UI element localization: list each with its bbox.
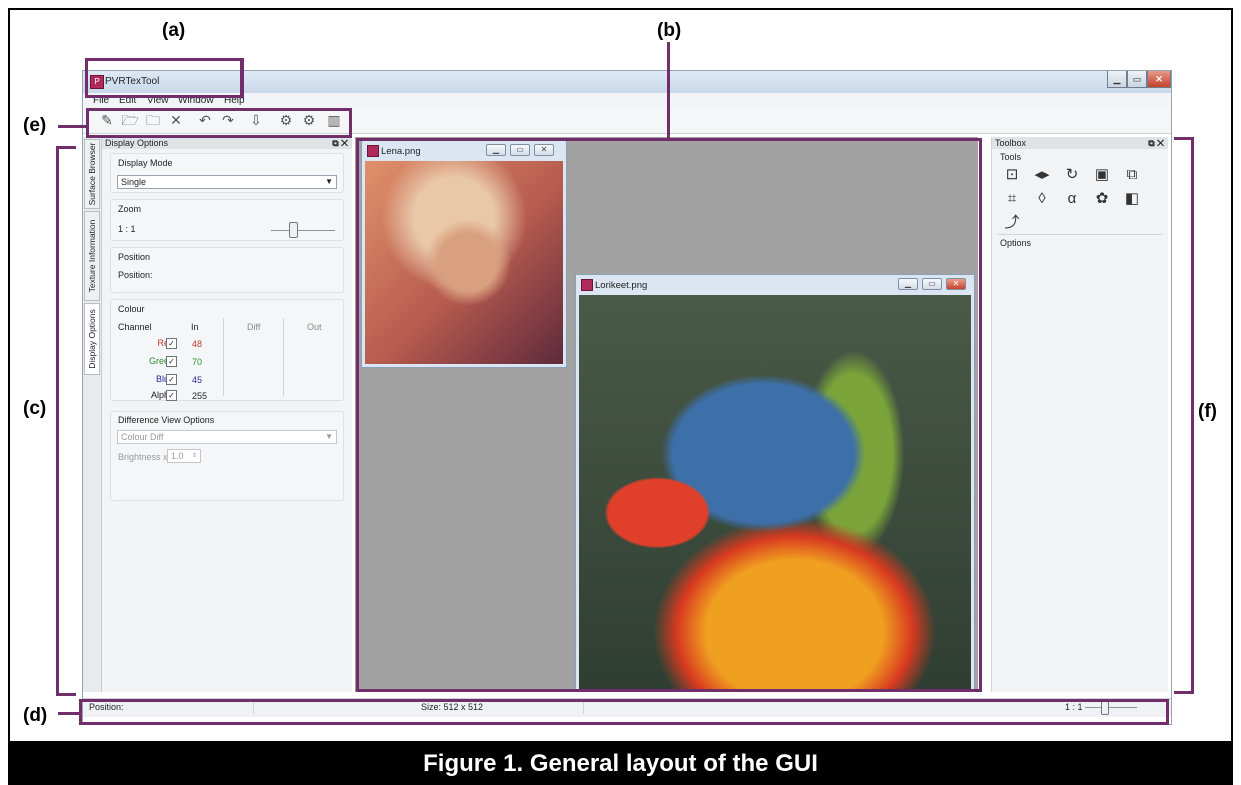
position-label: Position [118,252,151,262]
normal-map-icon[interactable]: ⤴ [1002,213,1022,233]
flip-icon[interactable]: ◂▸ [1032,165,1052,185]
spin-arrows-icon: ⇕ [191,453,197,459]
zoom-value: 1 : 1 [118,224,136,234]
resize-icon[interactable]: ⊡ [1002,165,1022,185]
colour-label: Colour [118,304,145,314]
red-checkbox[interactable]: ✓ [166,338,177,349]
highlight-a [85,58,243,98]
toolbox-float-close-icon[interactable]: ⧉ ✕ [1148,137,1164,149]
display-mode-select[interactable]: Single ▼ [117,175,337,189]
leader-e [58,125,86,128]
toolbox-title: Toolbox ⧉ ✕ [992,137,1168,149]
side-tab-strip: Surface Browser Texture Information Disp… [83,137,102,692]
position-value: Position: [118,270,153,280]
annotation-e: (e) [23,115,47,136]
highlight-b [356,138,982,692]
tools-label: Tools [1000,152,1022,162]
annotation-c: (c) [23,398,47,419]
colour-group: Colour Channel In Diff Out Red ✓ 48 Gree… [110,299,344,401]
difference-view-group: Difference View Options Colour Diff ▼ Bri… [110,411,344,501]
bracket-c-bottom [56,693,76,696]
brightness-label: Brightness x [118,452,168,462]
difference-view-label: Difference View Options [118,415,215,425]
zoom-group: Zoom 1 : 1 [110,199,344,241]
tab-surface-browser[interactable]: Surface Browser [84,139,100,209]
premultiply-icon[interactable]: ◊ [1032,189,1052,209]
annotation-d: (d) [23,705,48,726]
highlight-d [79,699,1169,725]
rotate-icon[interactable]: ↻ [1062,165,1082,185]
diff-header: Diff [247,322,261,332]
crop-icon[interactable]: ⌗ [1002,189,1022,209]
zoom-slider-handle[interactable] [289,222,298,238]
toolbox-panel: Toolbox ⧉ ✕ Tools ⊡ ◂▸ ↻ ▣ ⧉ ⌗ ◊ α ✿ ◧ ⤴ … [991,137,1168,692]
bracket-c-top [56,146,76,149]
close-window-button[interactable]: ✕ [1147,71,1171,88]
chevron-down-icon: ▼ [325,177,333,186]
panel-title: Display Options ⧉ ✕ [102,137,352,149]
border-icon[interactable]: ▣ [1092,165,1112,185]
position-group: Position Position: [110,247,344,293]
figure-caption: Figure 1. General layout of the GUI [8,743,1233,785]
annotation-f: (f) [1198,401,1217,422]
bracket-f-bottom [1174,691,1194,694]
in-header: In [191,322,199,332]
zoom-slider-track[interactable] [271,230,335,231]
tab-display-options[interactable]: Display Options [84,303,100,375]
display-options-panel: Display Options ⧉ ✕ Display Mode Single ▼ … [102,137,352,692]
mipmap-icon[interactable]: ⧉ [1122,165,1142,185]
display-mode-group: Display Mode Single ▼ [110,153,344,193]
green-checkbox[interactable]: ✓ [166,356,177,367]
bracket-c-side [56,146,59,696]
annotation-b: (b) [657,20,682,41]
bracket-f-side [1191,137,1194,694]
diff-mode-select[interactable]: Colour Diff ▼ [117,430,337,444]
chevron-down-icon: ▼ [325,432,333,441]
channel-header: Channel [118,322,152,332]
column-divider [283,318,284,396]
zoom-label: Zoom [118,204,142,214]
palette-icon[interactable]: ✿ [1092,189,1112,209]
minimize-button[interactable]: ▁ [1107,71,1127,88]
layer-icon[interactable]: ◧ [1122,189,1142,209]
alpha-checkbox[interactable]: ✓ [166,390,177,401]
display-mode-label: Display Mode [118,158,173,168]
leader-b [667,42,670,138]
alpha-icon[interactable]: α [1062,189,1082,209]
options-label: Options [1000,238,1032,248]
column-divider [223,318,224,396]
tab-texture-information[interactable]: Texture Information [84,211,100,301]
leader-a [241,58,244,98]
leader-d [58,712,80,715]
annotation-a: (a) [162,20,186,41]
highlight-e [86,108,352,138]
out-header: Out [307,322,322,332]
title-bar: P PVRTexTool ▁ ▭ ✕ [83,71,1171,93]
blue-checkbox[interactable]: ✓ [166,374,177,385]
panel-float-close-icon[interactable]: ⧉ ✕ [332,137,348,149]
toolbox-divider [998,234,1162,235]
brightness-spinbox[interactable]: 1.0 ⇕ [167,449,201,463]
maximize-button[interactable]: ▭ [1127,71,1147,88]
